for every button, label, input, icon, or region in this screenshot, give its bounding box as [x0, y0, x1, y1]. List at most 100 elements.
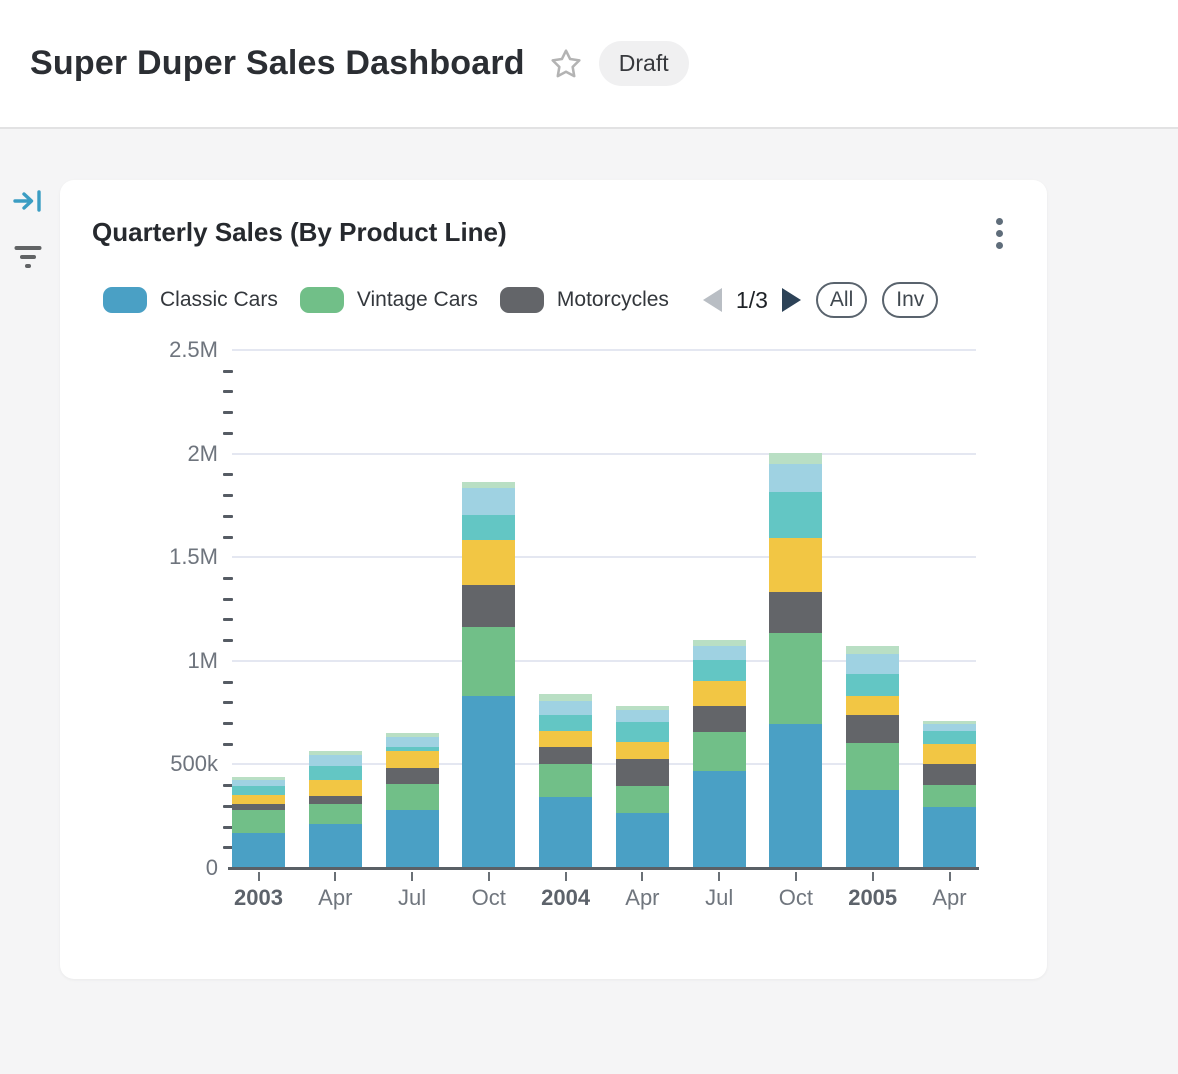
bar-segment[interactable]	[539, 715, 592, 731]
bar-segment[interactable]	[616, 759, 669, 786]
bar-segment[interactable]	[693, 681, 746, 706]
select-all-button[interactable]: All	[816, 282, 867, 318]
bar-apr-5[interactable]	[616, 706, 669, 868]
x-axis-label: Jul	[398, 885, 426, 911]
bar-segment[interactable]	[846, 743, 899, 790]
x-axis-label: 2004	[541, 885, 590, 911]
bar-segment[interactable]	[616, 742, 669, 759]
page-header: Super Duper Sales Dashboard Draft	[0, 0, 1178, 129]
legend-next-icon[interactable]	[782, 288, 801, 312]
status-badge: Draft	[599, 41, 689, 86]
bar-segment[interactable]	[539, 731, 592, 747]
bar-segment[interactable]	[923, 744, 976, 763]
bar-segment[interactable]	[309, 796, 362, 805]
bar-apr-9[interactable]	[923, 721, 976, 868]
bar-segment[interactable]	[309, 804, 362, 824]
bar-oct-3[interactable]	[462, 482, 515, 868]
bar-segment[interactable]	[923, 807, 976, 868]
bar-segment[interactable]	[616, 786, 669, 813]
bar-segment[interactable]	[462, 585, 515, 626]
bar-segment[interactable]	[539, 694, 592, 701]
legend-item-motorcycles[interactable]: Motorcycles	[500, 287, 669, 313]
y-axis-minor-tick	[223, 473, 233, 476]
x-axis-tick	[641, 872, 643, 881]
bar-apr-1[interactable]	[309, 751, 362, 868]
bar-segment[interactable]	[846, 654, 899, 674]
bar-segment[interactable]	[232, 833, 285, 868]
chart-title: Quarterly Sales (By Product Line)	[92, 217, 507, 248]
bar-segment[interactable]	[846, 790, 899, 868]
bar-segment[interactable]	[693, 646, 746, 659]
bar-segment[interactable]	[539, 701, 592, 714]
x-axis-tick	[718, 872, 720, 881]
bar-segment[interactable]	[386, 751, 439, 768]
bar-segment[interactable]	[386, 737, 439, 747]
invert-selection-button[interactable]: Inv	[882, 282, 938, 318]
bar-segment[interactable]	[693, 706, 746, 733]
bar-2004-4[interactable]	[539, 694, 592, 868]
bar-2003-0[interactable]	[232, 777, 285, 868]
bar-2005-8[interactable]	[846, 646, 899, 868]
bar-segment[interactable]	[232, 810, 285, 832]
bar-segment[interactable]	[309, 755, 362, 767]
bar-segment[interactable]	[462, 515, 515, 540]
chart-card: Quarterly Sales (By Product Line) Classi…	[60, 180, 1047, 979]
collapse-sidebar-icon[interactable]	[13, 188, 43, 214]
bar-segment[interactable]	[923, 731, 976, 744]
bar-segment[interactable]	[769, 464, 822, 492]
bar-segment[interactable]	[386, 784, 439, 810]
bar-segment[interactable]	[693, 771, 746, 868]
bar-segment[interactable]	[769, 592, 822, 633]
bar-segment[interactable]	[693, 640, 746, 647]
bar-segment[interactable]	[769, 492, 822, 538]
bar-segment[interactable]	[462, 488, 515, 514]
bar-segment[interactable]	[309, 824, 362, 868]
bar-segment[interactable]	[462, 540, 515, 585]
legend-swatch	[500, 287, 544, 313]
bar-jul-2[interactable]	[386, 733, 439, 868]
legend-page-indicator: 1/3	[736, 287, 768, 314]
legend-item-classic-cars[interactable]: Classic Cars	[103, 287, 278, 313]
bar-segment[interactable]	[462, 627, 515, 696]
bar-segment[interactable]	[923, 764, 976, 785]
bar-segment[interactable]	[616, 710, 669, 722]
bar-segment[interactable]	[846, 646, 899, 654]
bar-segment[interactable]	[232, 795, 285, 804]
bar-jul-6[interactable]	[693, 640, 746, 868]
bar-segment[interactable]	[309, 766, 362, 780]
x-axis-line	[228, 867, 979, 870]
legend-pager: 1/3	[703, 287, 801, 314]
filter-icon[interactable]	[13, 242, 43, 272]
bar-segment[interactable]	[923, 785, 976, 808]
legend-prev-icon[interactable]	[703, 288, 722, 312]
bar-segment[interactable]	[846, 696, 899, 715]
y-axis-label: 500k	[170, 751, 218, 777]
bar-segment[interactable]	[539, 764, 592, 797]
bar-segment[interactable]	[693, 732, 746, 771]
bar-segment[interactable]	[539, 747, 592, 764]
bar-segment[interactable]	[846, 674, 899, 696]
bar-segment[interactable]	[309, 780, 362, 796]
y-axis-minor-tick	[223, 411, 233, 414]
bar-segment[interactable]	[769, 538, 822, 592]
y-axis-minor-tick	[223, 598, 233, 601]
bar-segment[interactable]	[769, 724, 822, 868]
y-axis-minor-tick	[223, 432, 233, 435]
bar-segment[interactable]	[769, 633, 822, 724]
star-icon[interactable]	[549, 47, 583, 81]
kebab-menu-icon[interactable]	[992, 214, 1007, 253]
bar-segment[interactable]	[386, 768, 439, 784]
bar-oct-7[interactable]	[769, 453, 822, 868]
bar-segment[interactable]	[539, 797, 592, 868]
bar-segment[interactable]	[846, 715, 899, 743]
bar-segment[interactable]	[693, 660, 746, 681]
bar-segment[interactable]	[462, 696, 515, 868]
bar-segment[interactable]	[616, 813, 669, 868]
legend-item-vintage-cars[interactable]: Vintage Cars	[300, 287, 478, 313]
gridline	[232, 453, 976, 455]
bar-segment[interactable]	[616, 722, 669, 742]
bar-segment[interactable]	[386, 810, 439, 868]
bar-segment[interactable]	[769, 453, 822, 465]
bar-segment[interactable]	[232, 786, 285, 795]
bar-segment[interactable]	[923, 724, 976, 731]
